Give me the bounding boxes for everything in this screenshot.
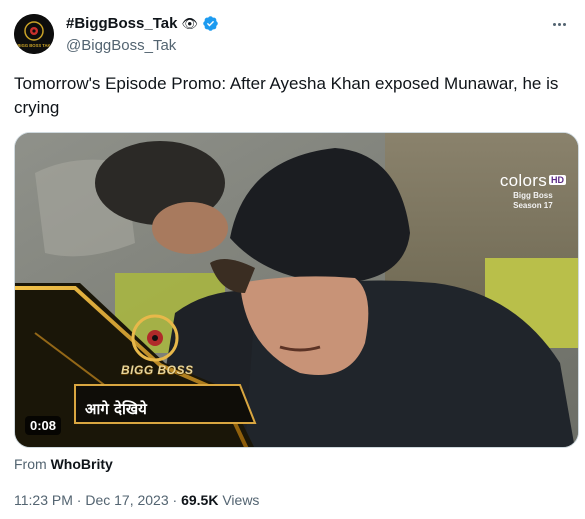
from-source-link[interactable]: WhoBrity bbox=[51, 456, 113, 472]
from-prefix: From bbox=[14, 456, 47, 472]
tweet-text: Tomorrow's Episode Promo: After Ayesha K… bbox=[14, 74, 559, 117]
meta-separator: · bbox=[76, 492, 82, 508]
views-label: Views bbox=[222, 492, 260, 508]
tweet-date[interactable]: Dec 17, 2023 bbox=[85, 492, 168, 508]
tweet-meta: 11:23 PM · Dec 17, 2023 · 69.5K Views bbox=[14, 492, 259, 508]
more-options-icon[interactable] bbox=[545, 14, 573, 34]
show-season: Season 17 bbox=[513, 201, 553, 210]
promo-banner-text: आगे देखिये bbox=[85, 400, 147, 418]
verified-badge-icon bbox=[203, 16, 218, 31]
author-display-name[interactable]: #BiggBoss_Tak bbox=[66, 15, 177, 32]
tweet-time[interactable]: 11:23 PM bbox=[14, 492, 73, 508]
meta-separator-2: · bbox=[172, 492, 178, 508]
avatar-text: BIGG BOSS TAK bbox=[17, 43, 50, 48]
channel-logo-text: colors bbox=[499, 171, 547, 190]
avatar-logo-icon: BIGG BOSS TAK bbox=[14, 14, 54, 54]
video-duration: 0:08 bbox=[25, 416, 62, 435]
channel-logo: colors HD Bigg Boss Season 17 bbox=[500, 171, 566, 211]
hd-badge: HD bbox=[549, 175, 566, 185]
bigg-boss-badge-title: BIGG BOSS bbox=[121, 363, 194, 377]
show-name: Bigg Boss bbox=[513, 191, 553, 200]
tweet-card: BIGG BOSS TAK #BiggBoss_Tak 👁 @BiggBoss_… bbox=[0, 0, 585, 519]
views-count: 69.5K bbox=[181, 492, 219, 508]
eye-emoji: 👁 bbox=[181, 16, 198, 31]
video-player[interactable]: colors HD Bigg Boss Season 17 BIGG BOSS आ… bbox=[14, 132, 579, 448]
author-handle[interactable]: @BiggBoss_Tak bbox=[66, 37, 176, 54]
author-name-row: #BiggBoss_Tak 👁 bbox=[66, 15, 219, 32]
avatar[interactable]: BIGG BOSS TAK bbox=[14, 14, 54, 54]
from-attribution: From WhoBrity bbox=[14, 456, 113, 472]
